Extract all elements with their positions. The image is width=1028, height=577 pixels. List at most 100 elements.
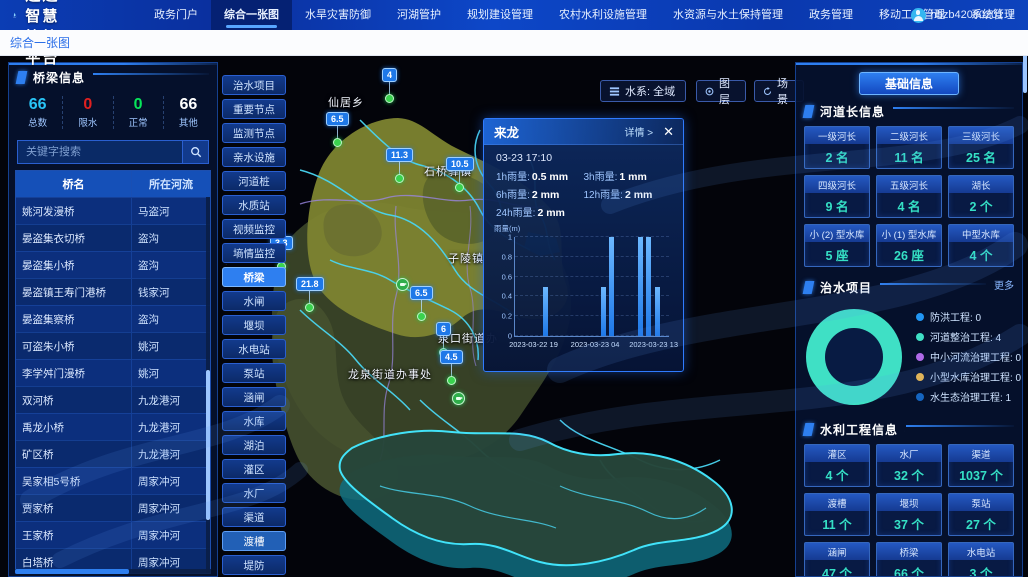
marker-value-badge: 21.8 xyxy=(296,277,324,291)
search-button[interactable] xyxy=(183,140,209,164)
popup-detail-link[interactable]: 详情 > xyxy=(624,124,653,139)
table-row[interactable]: 晏盗镇王寿门港桥钱家河 xyxy=(16,278,210,305)
map-station-marker[interactable]: 6.5 xyxy=(410,286,433,321)
basic-info-button[interactable]: 基础信息 xyxy=(859,72,959,95)
card-value: 25 名 xyxy=(949,144,1013,168)
chart-y-tick: 0.2 xyxy=(502,312,512,321)
bridge-name-cell: 禹龙小桥 xyxy=(16,414,132,440)
table-hscroll-thumb[interactable] xyxy=(15,569,129,574)
breadcrumb-bar: 综合一张图 xyxy=(0,30,1028,56)
nav-item-水资源与水土保持管理[interactable]: 水资源与水土保持管理 xyxy=(660,0,796,30)
layer-item-渡槽[interactable]: 渡槽 xyxy=(222,531,286,551)
table-row[interactable]: 王家桥周家冲河 xyxy=(16,521,210,548)
layer-item-水质站[interactable]: 水质站 xyxy=(222,195,286,215)
card-value: 1037 个 xyxy=(949,462,1013,486)
chart-y-tick: 1 xyxy=(508,233,512,242)
nav-item-政务门户[interactable]: 政务门户 xyxy=(141,0,211,30)
card-value: 4 名 xyxy=(877,193,941,217)
stat-其他: 66其他 xyxy=(164,96,213,129)
layer-item-视频监控[interactable]: 视频监控 xyxy=(222,219,286,239)
nav-item-农村水利设施管理[interactable]: 农村水利设施管理 xyxy=(546,0,660,30)
map-station-marker[interactable]: 11.3 xyxy=(386,148,413,183)
card-value: 11 名 xyxy=(877,144,941,168)
marker-stick xyxy=(389,82,390,94)
card-label: 涵闸 xyxy=(805,543,869,560)
nav-item-政务管理[interactable]: 政务管理 xyxy=(796,0,866,30)
user-menu[interactable]: hbzb42080201 ∨ xyxy=(911,0,1014,30)
table-row[interactable]: 可盗朱小桥姚河 xyxy=(16,332,210,359)
layer-item-堤防[interactable]: 堤防 xyxy=(222,555,286,575)
table-vertical-scrollbar[interactable] xyxy=(206,197,210,573)
layer-item-桥梁[interactable]: 桥梁 xyxy=(222,267,286,287)
layer-item-水库[interactable]: 水库 xyxy=(222,411,286,431)
layer-item-水电站[interactable]: 水电站 xyxy=(222,339,286,359)
legend-label: 小型水库治理工程: 0 xyxy=(930,369,1021,384)
layer-item-泵站[interactable]: 泵站 xyxy=(222,363,286,383)
layer-item-渠道[interactable]: 渠道 xyxy=(222,507,286,527)
nav-item-河湖管护[interactable]: 河湖管护 xyxy=(384,0,454,30)
legend-item: 水生态治理工程: 1 xyxy=(916,389,1021,404)
map-town-label: 仙居乡 xyxy=(328,94,364,110)
camera-marker-icon[interactable] xyxy=(452,392,465,405)
table-horizontal-scrollbar[interactable] xyxy=(15,569,211,574)
table-row[interactable]: 姚河发漫桥马盗河 xyxy=(16,197,210,224)
legend-item: 河道整治工程: 4 xyxy=(916,329,1021,344)
bridge-name-cell: 晏盗镇王寿门港桥 xyxy=(16,279,132,305)
facility-card: 涵闸47 个 xyxy=(804,542,870,577)
table-row[interactable]: 吴家相5号桥周家冲河 xyxy=(16,467,210,494)
nav-item-水旱灾害防御[interactable]: 水旱灾害防御 xyxy=(292,0,384,30)
river-chief-card: 一级河长2 名 xyxy=(804,126,870,169)
table-row[interactable]: 晏盗集衣切桥盗沟 xyxy=(16,224,210,251)
river-cell: 盗沟 xyxy=(132,225,210,251)
breadcrumb[interactable]: 综合一张图 xyxy=(10,34,70,51)
projects-legend: 防洪工程: 0河道整治工程: 4中小河流治理工程: 0小型水库治理工程: 0水生… xyxy=(916,304,1021,409)
nav-item-规划建设管理[interactable]: 规划建设管理 xyxy=(454,0,546,30)
layers-button[interactable]: 图层 xyxy=(696,80,746,102)
table-row[interactable]: 李学舛门漫桥姚河 xyxy=(16,359,210,386)
layer-item-墒情监控[interactable]: 墒情监控 xyxy=(222,243,286,263)
map-town-label: 子陵镇 xyxy=(448,250,484,266)
water-system-scope-button[interactable]: 水系: 全域 xyxy=(600,80,686,102)
map-station-marker[interactable]: 10.5 xyxy=(446,157,474,192)
layer-item-亲水设施[interactable]: 亲水设施 xyxy=(222,147,286,167)
map-station-marker[interactable]: 6.5 xyxy=(326,112,349,147)
table-row[interactable]: 禹龙小桥九龙港河 xyxy=(16,413,210,440)
layer-item-灌区[interactable]: 灌区 xyxy=(222,459,286,479)
projects-more-link[interactable]: 更多 xyxy=(994,277,1014,292)
layer-item-监测节点[interactable]: 监测节点 xyxy=(222,123,286,143)
layer-item-重要节点[interactable]: 重要节点 xyxy=(222,99,286,119)
layer-item-治水项目[interactable]: 治水项目 xyxy=(222,75,286,95)
rain-metric: 6h雨量:2 mm xyxy=(496,186,584,201)
bridge-name-cell: 李学舛门漫桥 xyxy=(16,360,132,386)
marker-value-badge: 6.5 xyxy=(326,112,349,126)
search-input[interactable] xyxy=(17,140,183,164)
table-row[interactable]: 晏盗集察桥盗沟 xyxy=(16,305,210,332)
river-chief-card: 小 (2) 型水库5 座 xyxy=(804,224,870,267)
marker-stick xyxy=(459,171,460,183)
stat-正常: 0正常 xyxy=(114,96,164,129)
layer-item-水厂[interactable]: 水厂 xyxy=(222,483,286,503)
close-icon[interactable]: ✕ xyxy=(663,125,674,138)
layer-item-涵闸[interactable]: 涵闸 xyxy=(222,387,286,407)
nav-item-综合一张图[interactable]: 综合一张图 xyxy=(211,0,292,30)
map-station-marker[interactable]: 21.8 xyxy=(296,277,324,312)
chart-y-tick: 0.6 xyxy=(502,272,512,281)
card-label: 小 (1) 型水库 xyxy=(877,225,941,242)
layer-item-水闸[interactable]: 水闸 xyxy=(222,291,286,311)
table-row[interactable]: 晏盗集小桥盗沟 xyxy=(16,251,210,278)
marker-value-badge: 4.5 xyxy=(440,350,463,364)
stat-value: 0 xyxy=(114,96,163,114)
layer-item-堰坝[interactable]: 堰坝 xyxy=(222,315,286,335)
table-row[interactable]: 双河桥九龙港河 xyxy=(16,386,210,413)
layer-item-湖泊[interactable]: 湖泊 xyxy=(222,435,286,455)
table-row[interactable]: 矿区桥九龙港河 xyxy=(16,440,210,467)
card-value: 11 个 xyxy=(805,511,869,535)
rainfall-metrics: 1h雨量:0.5 mm3h雨量:1 mm6h雨量:2 mm12h雨量:2 mm2… xyxy=(484,168,683,219)
table-row[interactable]: 贾家桥周家冲河 xyxy=(16,494,210,521)
layer-item-河道桩[interactable]: 河道桩 xyxy=(222,171,286,191)
camera-marker-icon[interactable] xyxy=(396,278,409,291)
map-station-marker[interactable]: 4 xyxy=(382,68,397,103)
chart-y-tick: 0.8 xyxy=(502,252,512,261)
table-scroll-thumb[interactable] xyxy=(206,370,210,520)
map-station-marker[interactable]: 4.5 xyxy=(440,350,463,385)
